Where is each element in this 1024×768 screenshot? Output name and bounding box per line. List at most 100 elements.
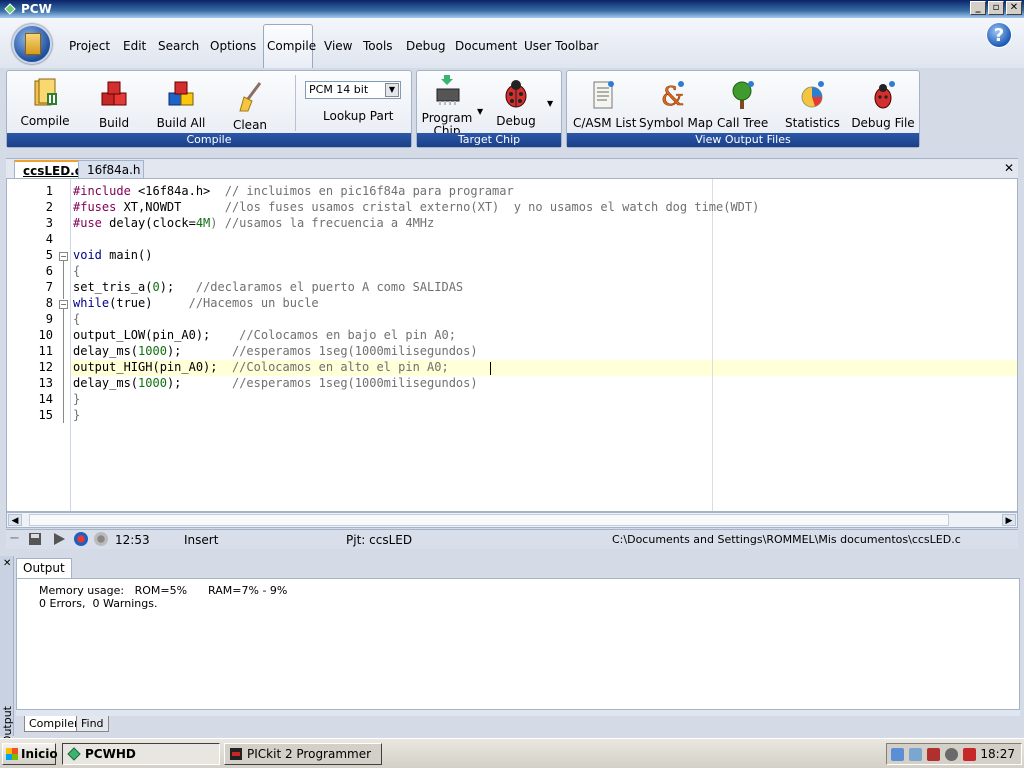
compile-button[interactable]: Compile (19, 77, 71, 128)
code-line-15: } (73, 408, 81, 422)
document-tabs: ccsLED.c 16f84a.h ✕ (6, 158, 1018, 179)
lookup-part-button[interactable]: Lookup Part (323, 109, 393, 123)
task-pickit[interactable]: PICkit 2 Programmer (224, 743, 382, 765)
menu-bar: Project Edit Search Options Compile View… (0, 18, 1024, 68)
chevron-down-icon[interactable]: ▼ (385, 83, 399, 97)
close-output-icon[interactable]: ✕ (3, 558, 11, 569)
output-line: 0 Errors, 0 Warnings. (39, 597, 158, 610)
task-pcwhd[interactable]: PCWHD (62, 743, 220, 765)
code-editor[interactable]: 1 2 3 4 5 6 7 8 9 10 11 12 13 14 15 − − … (6, 178, 1018, 512)
record-icon[interactable] (74, 532, 88, 546)
line-number: 9 (45, 312, 53, 326)
security-shield-icon[interactable] (963, 748, 976, 761)
window-title: PCW (21, 2, 52, 16)
close-document-icon[interactable]: ✕ (1004, 161, 1014, 175)
ladybug-icon (505, 80, 527, 108)
restore-button[interactable]: ▫ (988, 1, 1004, 15)
ribbon: Compile Build Build All Clean PCM 14 bit… (0, 68, 1024, 152)
fold-toggle-icon[interactable]: − (59, 300, 68, 309)
output-scrollbar[interactable] (16, 710, 1020, 716)
menu-debug[interactable]: Debug (406, 39, 445, 53)
application-menu-button[interactable] (12, 24, 52, 64)
build-all-button[interactable]: Build All (153, 79, 209, 130)
system-tray: 18:27 (886, 743, 1022, 765)
output-panel: ✕ Output Output Memory usage: ROM=5% RAM… (0, 556, 1024, 744)
connection-icon[interactable] (927, 748, 940, 761)
title-bar: PCW _ ▫ ✕ (0, 0, 1024, 18)
display-icon[interactable] (909, 748, 922, 761)
statistics-button[interactable]: Statistics (785, 79, 840, 130)
minus-icon[interactable]: − (9, 531, 20, 546)
code-line-2: #fuses XT,NOWDT //los fuses usamos crist… (73, 200, 760, 214)
scroll-right-icon[interactable]: ▶ (1002, 514, 1016, 526)
pcm-select[interactable]: PCM 14 bit ▼ (305, 81, 401, 99)
code-line-14: } (73, 392, 81, 406)
horizontal-scrollbar[interactable]: ◀ ▶ (6, 512, 1018, 528)
output-tab[interactable]: Output (16, 558, 72, 578)
program-dropdown-icon[interactable]: ▼ (477, 107, 483, 116)
line-number: 6 (45, 264, 53, 278)
tab-16f84a-h[interactable]: 16f84a.h (78, 160, 144, 179)
menu-user-toolbar[interactable]: User Toolbar (524, 39, 598, 53)
statistics-label: Statistics (785, 116, 840, 130)
tab-find[interactable]: Find (76, 716, 109, 732)
symbol-map-button[interactable]: & Symbol Map (639, 79, 713, 130)
network-icon[interactable] (891, 748, 904, 761)
play-icon[interactable] (52, 532, 66, 546)
taskbar: Inicio PCWHD PICkit 2 Programmer 18:27 (0, 738, 1024, 768)
menu-edit[interactable]: Edit (123, 39, 146, 53)
code-line-13: delay_ms(1000); //esperamos 1seg(1000mil… (73, 376, 478, 390)
fold-toggle-icon[interactable]: − (59, 252, 68, 261)
minimize-button[interactable]: _ (970, 1, 986, 15)
line-number: 14 (38, 392, 53, 406)
line-number: 7 (45, 280, 53, 294)
help-icon[interactable]: ? (986, 22, 1012, 48)
target-chip-group: Program Chip ▼ Debug ▼ Target Chip (416, 70, 562, 148)
right-margin-guide (712, 179, 713, 511)
debug-button[interactable]: Debug (493, 77, 539, 128)
build-all-label: Build All (156, 116, 206, 130)
output-side-bar: ✕ Output (0, 556, 14, 744)
line-number: 12 (38, 360, 53, 374)
code-line-5: void main() (73, 248, 153, 262)
line-number: 2 (45, 200, 53, 214)
menu-compile[interactable]: Compile (267, 39, 316, 53)
pcw-window: PCW _ ▫ ✕ Project Edit Search Options Co… (0, 0, 1024, 768)
menu-view[interactable]: View (324, 39, 352, 53)
clean-button[interactable]: Clean (229, 81, 271, 132)
broom-icon (239, 82, 262, 112)
folder-icon (25, 33, 41, 55)
menu-project[interactable]: Project (69, 39, 110, 53)
tab-compiler[interactable]: Compiler (24, 716, 84, 732)
line-number-gutter: 1 2 3 4 5 6 7 8 9 10 11 12 13 14 15 − − (7, 179, 71, 511)
menu-options[interactable]: Options (210, 39, 256, 53)
scrollbar-thumb[interactable] (29, 514, 949, 526)
close-button[interactable]: ✕ (1006, 1, 1022, 15)
start-button[interactable]: Inicio (2, 743, 58, 765)
tree-icon (732, 81, 754, 109)
compile-group: Compile Build Build All Clean PCM 14 bit… (6, 70, 412, 148)
code-line-10: output_LOW(pin_A0); //Colocamos en bajo … (73, 328, 456, 342)
debug-file-button[interactable]: Debug File (851, 79, 915, 130)
output-line: Memory usage: ROM=5% RAM=7% - 9% (39, 584, 288, 597)
pcw-app-icon (67, 747, 81, 761)
save-icon[interactable] (28, 532, 42, 546)
menu-tools[interactable]: Tools (363, 39, 393, 53)
casm-list-button[interactable]: C/ASM List (573, 79, 636, 130)
line-number: 4 (45, 232, 53, 246)
program-chip-button[interactable]: Program Chip (419, 75, 475, 138)
speaker-icon[interactable] (945, 748, 958, 761)
text-caret (490, 362, 491, 375)
menu-document[interactable]: Document (455, 39, 517, 53)
debug-dropdown-icon[interactable]: ▼ (547, 99, 553, 108)
target-chip-group-title: Target Chip (417, 133, 561, 147)
status-file-path: C:\Documents and Settings\ROMMEL\Mis doc… (612, 533, 961, 546)
output-text-area: Memory usage: ROM=5% RAM=7% - 9% 0 Error… (16, 578, 1020, 710)
app-icon (4, 3, 16, 15)
view-output-files-group: C/ASM List & Symbol Map Call Tree Statis… (566, 70, 920, 148)
menu-search[interactable]: Search (158, 39, 199, 53)
stop-icon[interactable] (94, 532, 108, 546)
build-button[interactable]: Build (91, 79, 137, 130)
scroll-left-icon[interactable]: ◀ (8, 514, 22, 526)
call-tree-button[interactable]: Call Tree (717, 79, 768, 130)
